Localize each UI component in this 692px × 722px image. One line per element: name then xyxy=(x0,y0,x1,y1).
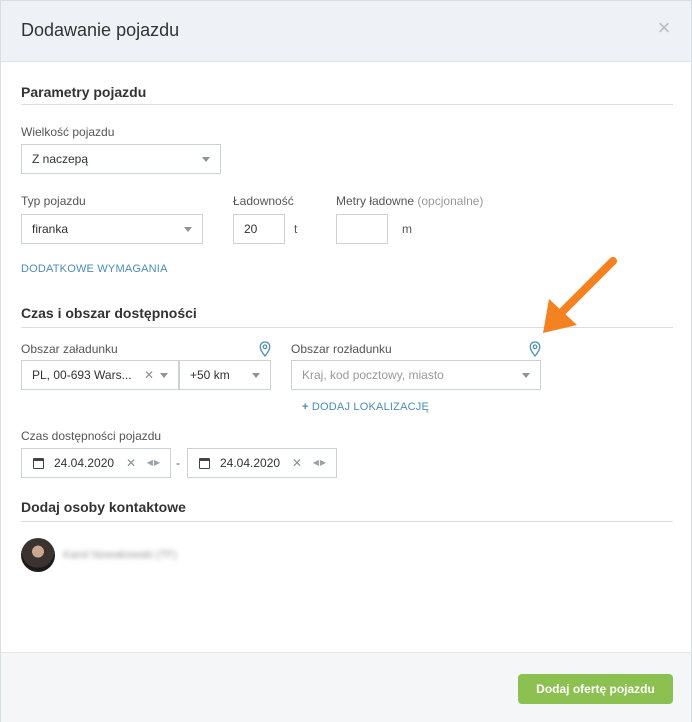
capacity-input[interactable]: 20 xyxy=(233,214,285,244)
add-vehicle-offer-button[interactable]: Dodaj ofertę pojazdu xyxy=(518,674,673,704)
radius-select[interactable]: +50 km xyxy=(179,360,271,390)
arrows-left-right-icon[interactable]: ◀▶ xyxy=(313,449,327,477)
section-divider xyxy=(21,104,673,105)
section-divider xyxy=(21,521,673,522)
dialog-header: Dodawanie pojazdu × xyxy=(1,1,691,62)
loading-meters-input[interactable] xyxy=(336,214,388,244)
vehicle-type-select[interactable]: firanka xyxy=(21,214,203,244)
optional-hint: (opcjonalne) xyxy=(417,194,484,208)
radius-value: +50 km xyxy=(190,368,230,382)
calendar-icon xyxy=(33,458,44,469)
vehicle-type-value: firanka xyxy=(32,222,69,236)
vehicle-size-value: Z naczepą xyxy=(32,152,89,166)
loading-area-select[interactable]: PL, 00-693 Wars... ✕ xyxy=(21,360,179,390)
date-range-separator: - xyxy=(176,456,180,470)
add-location-label: DODAJ LOKALIZACJĘ xyxy=(311,401,429,413)
dialog-footer: Dodaj ofertę pojazdu xyxy=(1,652,691,722)
calendar-icon xyxy=(199,458,210,469)
vehicle-type-label: Typ pojazdu xyxy=(21,194,86,208)
clear-icon[interactable]: ✕ xyxy=(292,449,302,477)
loading-area-value: PL, 00-693 Wars... xyxy=(32,368,132,382)
capacity-value: 20 xyxy=(244,222,258,236)
date-from-value: 24.04.2020 xyxy=(54,456,115,470)
date-to-picker[interactable]: 24.04.2020 ✕ ◀▶ xyxy=(187,448,337,478)
chevron-down-icon xyxy=(160,373,168,378)
unloading-area-label: Obszar rozładunku xyxy=(291,342,392,356)
unloading-area-select[interactable]: Kraj, kod pocztowy, miasto xyxy=(291,360,541,390)
chevron-down-icon xyxy=(202,157,210,162)
arrows-left-right-icon[interactable]: ◀▶ xyxy=(147,449,161,477)
date-to-value: 24.04.2020 xyxy=(220,456,281,470)
location-pin-icon[interactable] xyxy=(529,341,541,357)
annotation-arrow-icon xyxy=(543,257,617,333)
dialog-title: Dodawanie pojazdu xyxy=(21,20,180,40)
vehicle-size-label: Wielkość pojazdu xyxy=(21,125,115,139)
loading-area-label: Obszar załadunku xyxy=(21,342,118,356)
loading-meters-unit: m xyxy=(402,222,412,236)
avatar[interactable] xyxy=(21,538,55,572)
clear-icon[interactable]: ✕ xyxy=(126,449,136,477)
chevron-down-icon xyxy=(184,227,192,232)
availability-time-label: Czas dostępności pojazdu xyxy=(21,429,162,443)
date-from-picker[interactable]: 24.04.2020 ✕ ◀▶ xyxy=(21,448,171,478)
contact-person-name[interactable]: Karol Nowakowski (TF) xyxy=(63,549,177,561)
close-icon[interactable]: × xyxy=(655,17,673,39)
add-location-link[interactable]: + DODAJ LOKALIZACJĘ xyxy=(302,401,429,413)
chevron-down-icon xyxy=(252,373,260,378)
additional-requirements-link[interactable]: DODATKOWE WYMAGANIA xyxy=(21,263,168,275)
capacity-label: Ładowność xyxy=(233,194,294,208)
section-title-vehicle-params: Parametry pojazdu xyxy=(21,84,147,100)
chevron-down-icon xyxy=(522,373,530,378)
add-vehicle-dialog: Dodawanie pojazdu × Parametry pojazdu Wi… xyxy=(0,0,692,722)
loading-meters-label: Metry ładowne (opcjonalne) xyxy=(336,194,483,208)
section-title-contacts: Dodaj osoby kontaktowe xyxy=(21,499,186,515)
clear-icon[interactable]: ✕ xyxy=(144,361,154,389)
unloading-area-placeholder: Kraj, kod pocztowy, miasto xyxy=(302,368,444,382)
vehicle-size-select[interactable]: Z naczepą xyxy=(21,144,221,174)
loading-meters-label-text: Metry ładowne xyxy=(336,194,415,208)
plus-icon: + xyxy=(302,401,309,413)
location-pin-icon[interactable] xyxy=(259,341,271,357)
capacity-unit: t xyxy=(294,222,298,236)
section-title-availability: Czas i obszar dostępności xyxy=(21,305,197,321)
